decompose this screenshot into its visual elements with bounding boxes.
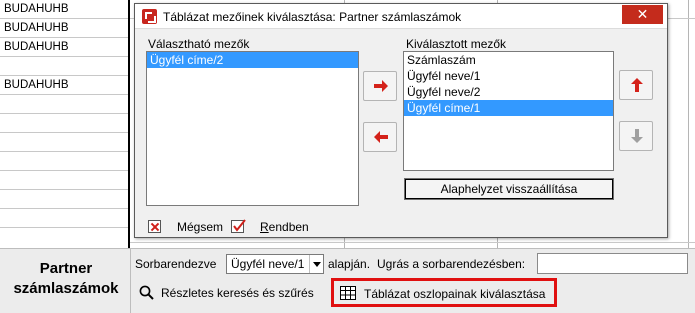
table-row[interactable] [0,209,128,228]
table-row[interactable] [0,133,128,152]
sort-field-select[interactable]: Ügyfél neve/1 [226,254,324,274]
remove-field-button[interactable] [363,122,397,152]
cancel-button[interactable]: Mégsem [148,218,228,236]
column-divider [688,0,689,248]
arrow-up-icon [631,78,643,92]
app-icon [142,9,157,24]
detailed-search-button[interactable]: Részletes keresés és szűrés [135,280,325,306]
table-row[interactable]: BUDAHUHB [0,76,128,95]
cancel-x-icon [148,220,161,233]
table-row[interactable]: BUDAHUHB [0,38,128,57]
add-field-button[interactable] [363,71,397,101]
table-cell: BUDAHUHB [4,22,69,34]
arrow-left-icon [374,131,388,143]
table-grid-icon [340,286,356,300]
move-down-button[interactable] [619,121,653,151]
row-divider [130,242,695,243]
sort-prefix-label: Sorbarendezve [135,257,217,271]
table-cell: BUDAHUHB [4,79,69,91]
panel-divider [130,249,131,313]
table-cell: BUDAHUHB [4,3,69,15]
column-divider [128,0,130,248]
available-fields-label: Választható mezők [148,37,250,51]
selected-fields-label: Kiválasztott mezők [406,37,507,51]
list-item[interactable]: Ügyfél neve/1 [404,68,613,84]
sort-suffix-label: alapján. [328,257,371,271]
table-row[interactable]: BUDAHUHB [0,19,128,38]
bottom-toolbar: Partner számlaszámok Sorbarendezve Ügyfé… [0,248,695,313]
account-column: BUDAHUHB BUDAHUHB BUDAHUHB BUDAHUHB [0,0,128,248]
arrow-right-icon [374,80,388,92]
dialog-titlebar[interactable]: Táblázat mezőinek kiválasztása: Partner … [135,4,667,29]
table-row[interactable] [0,95,128,114]
table-row[interactable]: BUDAHUHB [0,0,128,19]
ok-label: Rendben [260,220,309,234]
reset-defaults-button[interactable]: Alaphelyzet visszaállítása [404,178,614,200]
dialog-footer: Mégsem Rendben [135,211,667,237]
selected-fields-list[interactable]: Számlaszám Ügyfél neve/1 Ügyfél neve/2 Ü… [403,51,614,171]
search-icon [139,285,154,300]
detailed-search-label: Részletes keresés és szűrés [161,286,314,300]
section-title: Partner számlaszámok [13,260,119,297]
column-selection-button[interactable]: Táblázat oszlopainak kiválasztása [331,278,557,307]
chevron-down-icon [309,255,323,273]
list-item[interactable]: Ügyfél neve/2 [404,84,613,100]
table-row[interactable] [0,171,128,190]
arrow-down-icon [631,129,643,143]
move-up-button[interactable] [619,70,653,100]
list-item[interactable]: Ügyfél címe/1 [404,100,613,116]
ok-button[interactable]: Rendben [231,218,321,236]
column-selection-label: Táblázat oszlopainak kiválasztása [364,287,546,301]
close-icon: ✕ [636,6,649,22]
jump-label: Ugrás a sorbarendezésben: [377,257,526,271]
close-button[interactable]: ✕ [622,5,663,24]
table-cell: BUDAHUHB [4,41,69,53]
available-fields-list[interactable]: Ügyfél címe/2 [146,51,359,206]
list-item[interactable]: Ügyfél címe/2 [147,52,358,68]
table-row[interactable] [0,152,128,171]
checkbox-check-icon [231,219,246,233]
field-selection-dialog: Táblázat mezőinek kiválasztása: Partner … [134,3,668,238]
jump-input[interactable] [537,253,688,274]
table-row[interactable] [0,190,128,209]
dialog-title: Táblázat mezőinek kiválasztása: Partner … [163,10,462,24]
table-row[interactable] [0,57,128,76]
sort-field-value: Ügyfél neve/1 [231,257,305,271]
cancel-label: Mégsem [177,220,224,234]
table-row[interactable] [0,114,128,133]
list-item[interactable]: Számlaszám [404,52,613,68]
